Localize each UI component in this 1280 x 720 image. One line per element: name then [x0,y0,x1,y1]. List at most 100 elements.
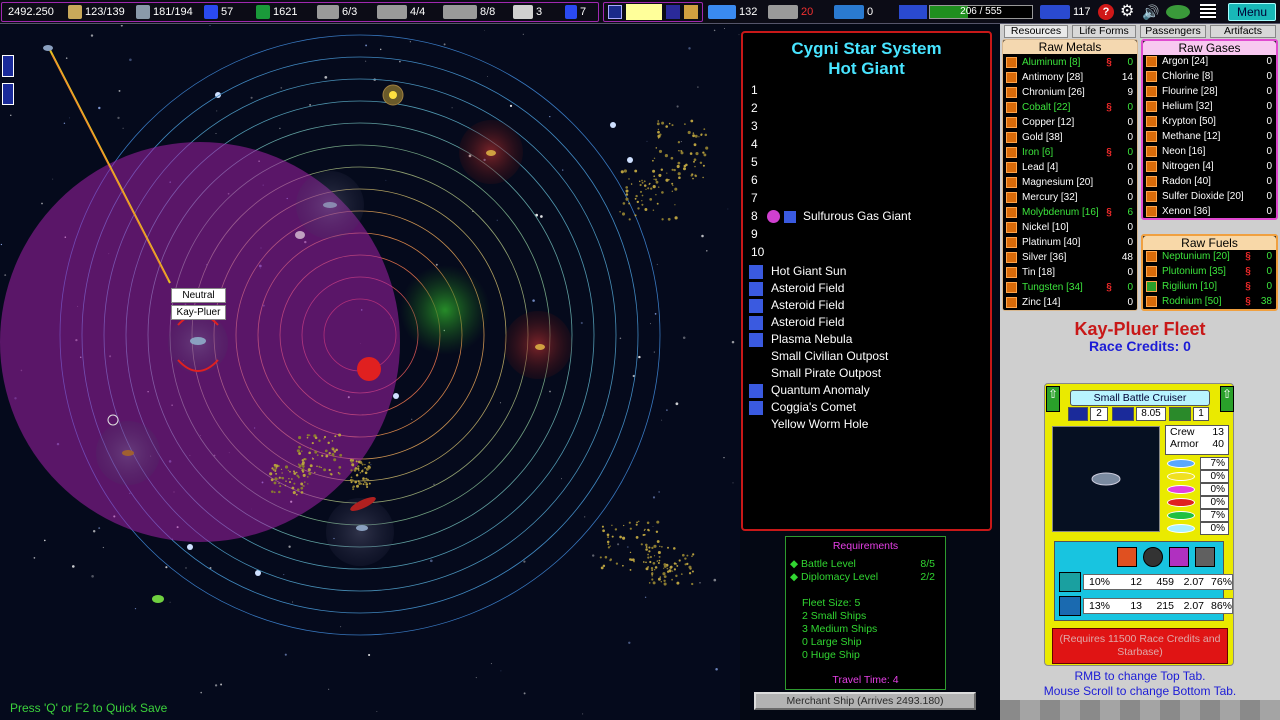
resource-row[interactable]: Antimony [28] 14 [1006,70,1133,85]
orbit-row[interactable]: 6 [751,172,765,189]
tab-artifacts[interactable]: Artifacts [1210,25,1276,38]
asteroid [607,536,610,539]
orbit-row[interactable]: 8 Sulfurous Gas Giant [751,208,911,225]
resource-row[interactable]: Nickel [10] 0 [1006,220,1133,235]
sound-icon[interactable]: 🔊 [1142,4,1160,20]
orbit-row[interactable]: 5 [751,154,765,171]
resource-row[interactable]: Rigilium [10] § 0 [1146,279,1272,294]
asteroid [678,559,681,562]
bomb-icon[interactable] [1143,547,1163,567]
resource-row[interactable]: Rodnium [50] § 38 [1146,294,1272,309]
resource-row[interactable]: Lead [4] 0 [1006,160,1133,175]
list-icon[interactable] [666,5,680,19]
orbit-row[interactable]: 7 [751,190,765,207]
resource-row[interactable]: Radon [40] 0 [1146,174,1272,189]
alien-icon[interactable] [1166,5,1190,19]
handshake-icon[interactable] [684,5,698,19]
help-icon[interactable]: ? [1098,4,1114,20]
laser-icon[interactable] [1169,547,1189,567]
list-menu-icon[interactable] [1200,4,1216,20]
feature-row[interactable]: Asteroid Field [749,314,844,331]
resource-row[interactable]: Tin [18] 0 [1006,265,1133,280]
side-tab-top[interactable] [2,55,14,77]
tab-passengers[interactable]: Passengers [1140,25,1206,38]
resource-row[interactable]: Cobalt [22] § 0 [1006,100,1133,115]
resource-row[interactable]: Magnesium [20] 0 [1006,175,1133,190]
ship-icon[interactable] [356,525,368,531]
merchant-ship-icon[interactable] [43,45,53,51]
map-icon[interactable] [608,5,622,19]
resource-row[interactable]: Helium [32] 0 [1146,99,1272,114]
civilian-outpost-icon[interactable] [535,344,545,350]
tab-resources[interactable]: Resources [1004,25,1068,38]
resource-row[interactable]: Molybdenum [16] § 6 [1006,205,1133,220]
resource-row[interactable]: Methane [12] 0 [1146,129,1272,144]
resource-row[interactable]: Neon [16] 0 [1146,144,1272,159]
feature-row[interactable]: Asteroid Field [749,297,844,314]
orbit-row[interactable]: 10 [751,244,765,261]
resource-row[interactable]: Silver [36] 48 [1006,250,1133,265]
pirate-outpost-icon[interactable] [486,150,496,156]
plasma-nebula[interactable] [400,265,490,355]
gear-icon[interactable]: ⚙ [1120,4,1136,20]
feature-row[interactable]: Coggia's Comet [749,399,856,416]
next-ship-arrow[interactable]: ⇧ [1220,386,1234,412]
orbit-row[interactable]: 2 [751,100,765,117]
weapon-type-icon [1059,596,1081,616]
resource-row[interactable]: Flourine [28] 0 [1146,84,1272,99]
side-tab-bottom[interactable] [2,83,14,105]
orbit-row[interactable]: 1 [751,82,765,99]
resource-row[interactable]: Chlorine [8] 0 [1146,69,1272,84]
orbit-row[interactable]: 3 [751,118,765,135]
resource-row[interactable]: Argon [24] 0 [1146,54,1272,69]
star-system-map[interactable]: Neutral Kay-Pluer [0,25,740,720]
merchant-ship-button[interactable]: Merchant Ship (Arrives 2493.180) [754,692,976,710]
asteroid [658,173,662,177]
weapon-stat: 13% [1088,600,1110,612]
orbit-row[interactable]: 9 [751,226,765,243]
resource-row[interactable]: Gold [38] 0 [1006,130,1133,145]
resource-row[interactable]: Iron [6] § 0 [1006,145,1133,160]
feature-row[interactable]: Plasma Nebula [749,331,852,348]
drive-icon [899,5,927,19]
weapon-row[interactable]: 10% 12 459 2.07 76% [1083,574,1233,590]
wormhole-icon[interactable] [122,450,134,456]
resource-row[interactable]: Chronium [26] 9 [1006,85,1133,100]
feature-row[interactable]: Asteroid Field [749,280,844,297]
resource-row[interactable]: Neptunium [20] § 0 [1146,249,1272,264]
menu-button[interactable]: Menu [1228,3,1276,21]
missile-icon[interactable] [1195,547,1215,567]
asteroid [602,564,606,568]
map-canvas[interactable] [0,25,740,720]
resource-row[interactable]: Plutonium [35] § 0 [1146,264,1272,279]
station-icon[interactable] [295,231,305,239]
hot-giant-sun[interactable] [357,357,381,381]
prev-ship-arrow[interactable]: ⇧ [1046,386,1060,412]
explosion-icon[interactable] [1117,547,1137,567]
resource-row[interactable]: Platinum [40] 0 [1006,235,1133,250]
alien-ship-icon[interactable] [152,595,164,603]
asteroid [356,484,359,488]
resource-icon [1006,117,1017,128]
tab-life-forms[interactable]: Life Forms [1072,25,1136,38]
player-fleet-icon[interactable] [190,337,206,345]
resource-row[interactable]: Tungsten [34] § 0 [1006,280,1133,295]
resource-row[interactable]: Aluminum [8] § 0 [1006,55,1133,70]
resource-row[interactable]: Copper [12] 0 [1006,115,1133,130]
orbit-row[interactable]: 4 [751,136,765,153]
resource-row[interactable]: Nitrogen [4] 0 [1146,159,1272,174]
feature-row[interactable]: Quantum Anomaly [749,382,870,399]
feature-row[interactable]: Small Pirate Outpost [749,365,881,382]
weapon-row[interactable]: 13% 13 215 2.07 86% [1083,598,1233,614]
resource-row[interactable]: Sulfer Dioxide [20] 0 [1146,189,1272,204]
anomaly-icon[interactable] [323,202,337,208]
resource-row[interactable]: Mercury [32] 0 [1006,190,1133,205]
feature-row[interactable]: Small Civilian Outpost [749,348,888,365]
map-toggle[interactable] [626,4,662,20]
asteroid [671,124,674,127]
resource-row[interactable]: Zinc [14] 0 [1006,295,1133,310]
resource-row[interactable]: Xenon [36] 0 [1146,204,1272,219]
feature-row[interactable]: Hot Giant Sun [749,263,846,280]
resource-row[interactable]: Krypton [50] 0 [1146,114,1272,129]
feature-row[interactable]: Yellow Worm Hole [749,416,868,433]
